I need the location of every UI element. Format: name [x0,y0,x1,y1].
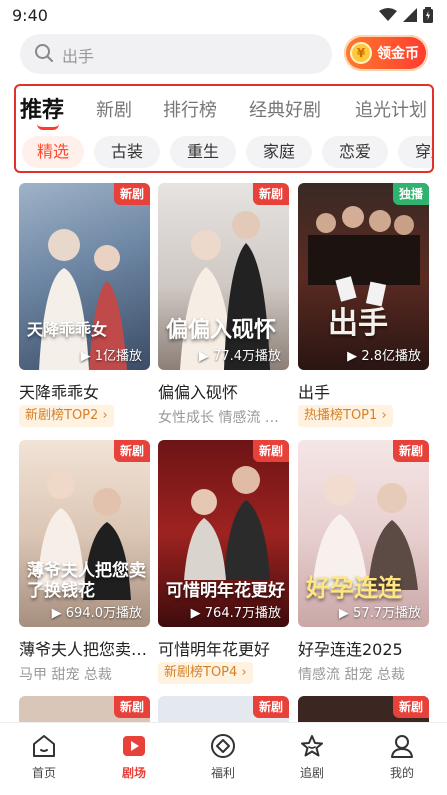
chevron-right-icon: › [102,408,108,423]
rank-tag-text: 新剧榜TOP4 [164,665,238,680]
coin-icon: ¥ [350,42,372,64]
tab-classics[interactable]: 经典好剧 [249,96,321,122]
nav-welfare-label: 福利 [210,766,235,780]
claim-coins-label: 领金币 [377,46,419,62]
signal-icon [403,8,417,22]
play-count: ▶ 57.7万播放 [338,606,421,621]
theater-play-icon [123,736,145,756]
exclusive-badge: 独播 [392,183,429,205]
rank-tag[interactable]: 新剧榜TOP4 › [158,662,253,684]
poster-image: 薄爷夫人把您卖了换钱花 新剧 ▶ 694.0万播放 [19,440,150,627]
nav-follow[interactable]: 追剧 [282,733,342,781]
rank-tag[interactable]: 热播榜TOP1 › [298,405,393,427]
welfare-icon [211,734,235,758]
poster-image: 可惜明年花更好 新剧 ▶ 764.7万播放 [158,440,289,627]
poster-image: 出手 独播 ▶ 2.8亿播放 [298,183,429,370]
chip-romance[interactable]: 恋爱 [322,136,388,168]
play-count: ▶ 764.7万播放 [190,606,281,621]
bottom-navigation: 首页 剧场 福利 追剧 我的 [0,722,447,795]
search-icon [35,44,53,62]
play-count-text: 57.7万播放 [353,606,421,621]
new-badge: 新剧 [113,696,150,718]
drama-genres: 情感流 甜宠 总裁 [298,667,405,683]
poster-title-art: 出手 [328,306,388,341]
poster-image: 好孕连连 新剧 ▶ 57.7万播放 [298,440,429,627]
chip-family[interactable]: 家庭 [246,136,312,168]
poster-title-art: 偏偏入砚怀 [166,317,277,343]
play-count-text: 694.0万播放 [65,606,142,621]
play-count: ▶ 2.8亿播放 [347,349,421,364]
play-count-text: 764.7万播放 [204,606,281,621]
chevron-right-icon: › [381,408,387,423]
poster-image: 偏偏入砚怀 新剧 ▶ 77.4万播放 [158,183,289,370]
play-count: ▶ 77.4万播放 [198,349,281,364]
new-badge: 新剧 [113,183,150,205]
tab-chase-light[interactable]: 追光计划 [355,96,427,122]
tab-new-dramas[interactable]: 新剧 [96,96,132,122]
profile-icon [391,735,413,758]
new-badge: 新剧 [392,440,429,462]
status-time: 9:40 [12,6,48,25]
status-bar: 9:40 [0,0,447,30]
drama-title: 好孕连连2025 [298,640,403,659]
claim-coins-button[interactable]: ¥ 领金币 [344,35,428,71]
drama-title: 出手 [298,383,331,402]
new-badge: 新剧 [113,440,150,462]
follow-star-icon [301,735,323,757]
play-count: ▶ 1亿播放 [80,349,142,364]
nav-theater[interactable]: 剧场 [104,733,164,781]
genre-chips: 精选 古装 重生 家庭 恋爱 穿越 [16,134,432,170]
chevron-right-icon: › [241,665,247,680]
chip-rebirth[interactable]: 重生 [170,136,236,168]
tab-bar: 推荐 新剧 排行榜 经典好剧 追光计划 [16,90,432,130]
new-badge: 新剧 [252,183,289,205]
drama-genres: 马甲 甜宠 总裁 [19,667,112,683]
play-count-text: 2.8亿播放 [361,349,421,364]
chip-costume[interactable]: 古装 [94,136,160,168]
play-count: ▶ 694.0万播放 [51,606,142,621]
poster-image: 天降乖乖女 新剧 ▶ 1亿播放 [19,183,150,370]
search-input[interactable]: 出手 [20,34,332,74]
drama-title: 偏偏入砚怀 [158,383,239,402]
poster-title-art: 可惜明年花更好 [166,581,285,601]
drama-title: 天降乖乖女 [19,383,100,402]
category-navigation: 推荐 新剧 排行榜 经典好剧 追光计划 精选 古装 重生 家庭 恋爱 穿越 [14,84,434,173]
nav-profile[interactable]: 我的 [372,733,432,781]
battery-icon [423,7,433,23]
nav-theater-label: 剧场 [121,766,146,780]
poster-title-art: 好孕连连 [306,573,402,602]
drama-title: 可惜明年花更好 [158,640,271,659]
nav-follow-label: 追剧 [299,766,324,780]
drama-genres: 女性成长 情感流 … [158,410,279,426]
nav-welfare[interactable]: 福利 [193,733,253,781]
wifi-icon [379,8,397,21]
rank-tag-text: 热播榜TOP1 [304,408,378,423]
nav-home-label: 首页 [31,766,56,780]
drama-title: 薄爷夫人把您卖了换钱花 [19,640,150,659]
tab-ranking[interactable]: 排行榜 [163,96,217,122]
rank-tag-text: 新剧榜TOP2 [25,408,99,423]
poster-title-art: 天降乖乖女 [27,320,108,339]
new-badge: 新剧 [252,696,289,718]
search-placeholder: 出手 [62,47,95,66]
status-icons [379,7,433,23]
poster-figures [39,229,127,370]
chip-time-travel[interactable]: 穿越 [398,136,432,168]
play-count-text: 77.4万播放 [213,349,281,364]
active-tab-indicator [37,124,59,130]
new-badge: 新剧 [252,440,289,462]
tab-recommend[interactable]: 推荐 [20,92,64,124]
nav-home[interactable]: 首页 [14,733,74,781]
rank-tag[interactable]: 新剧榜TOP2 › [19,405,114,427]
poster-title-art: 薄爷夫人把您卖了换钱花 [27,561,146,601]
search-row: 出手 ¥ 领金币 [0,34,447,76]
chip-featured[interactable]: 精选 [22,136,84,168]
play-count-text: 1亿播放 [94,349,142,364]
new-badge: 新剧 [392,696,429,718]
home-icon [33,735,55,757]
nav-profile-label: 我的 [389,766,414,780]
